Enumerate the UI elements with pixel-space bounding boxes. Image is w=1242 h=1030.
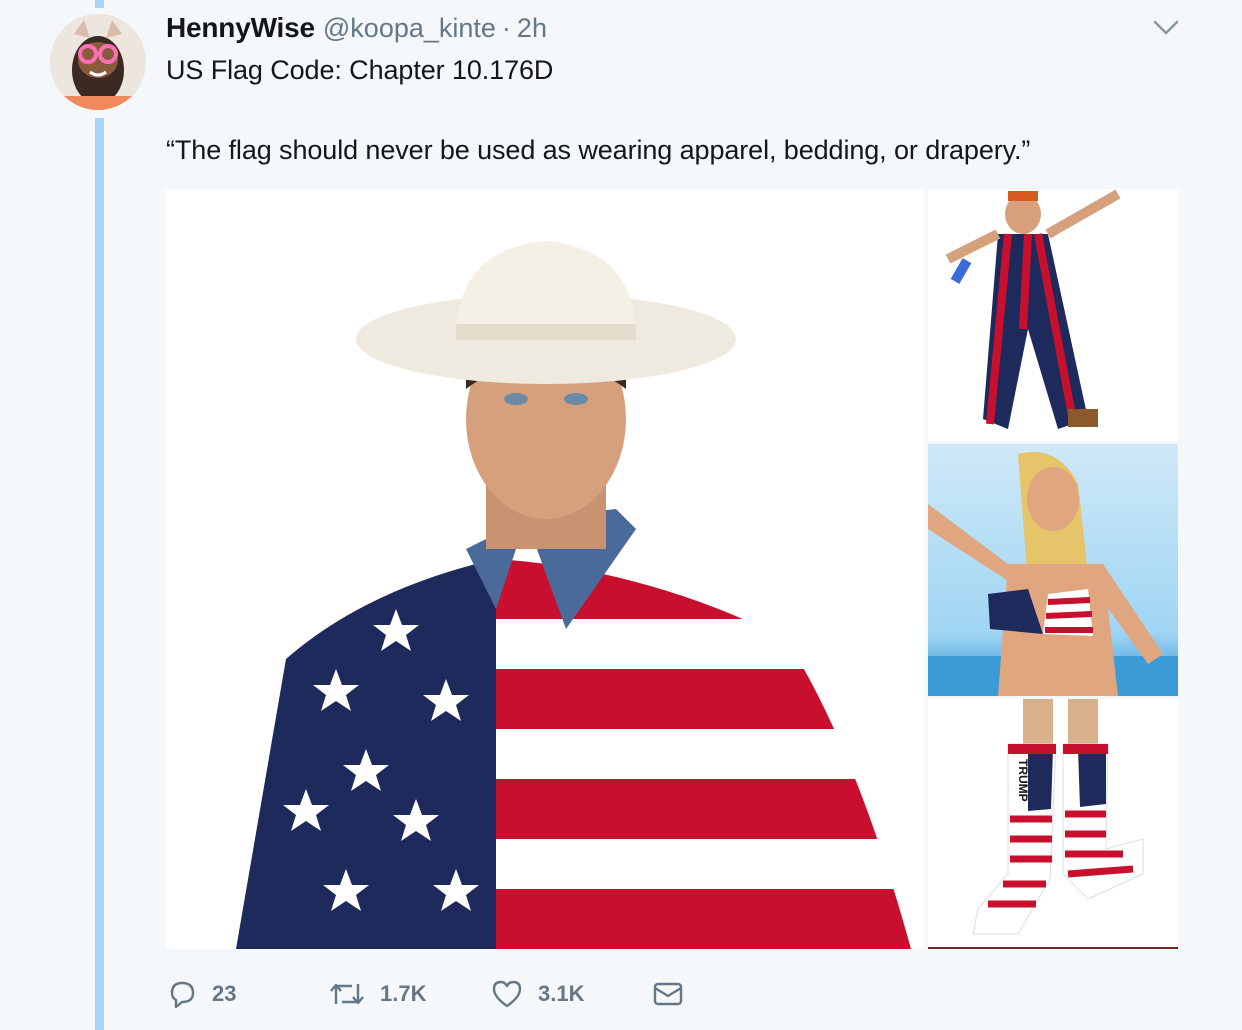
direct-message-button[interactable] — [652, 974, 692, 1014]
heart-icon — [490, 978, 524, 1010]
photo-flag-bikini[interactable] — [928, 444, 1178, 696]
tweet-header: HennyWise @koopa_kinte · 2h — [166, 12, 547, 46]
avatar[interactable] — [50, 14, 146, 110]
tweet-timestamp[interactable]: 2h — [517, 13, 547, 44]
envelope-icon — [652, 980, 684, 1008]
photo-cowboy-flag-shirt[interactable] — [166, 189, 924, 949]
thread-line — [95, 118, 104, 1030]
reply-count: 23 — [212, 981, 237, 1006]
user-handle[interactable]: @koopa_kinte — [323, 13, 496, 44]
retweet-icon — [328, 978, 366, 1010]
thread-line-top — [95, 0, 104, 8]
tweet-text-line-1: US Flag Code: Chapter 10.176D — [166, 55, 554, 85]
photo-flag-socks[interactable]: TRUMP — [928, 699, 1178, 949]
tweet-menu-chevron-down-icon[interactable] — [1150, 16, 1182, 40]
like-button[interactable]: 3.1K — [490, 974, 630, 1014]
like-count: 3.1K — [538, 981, 585, 1006]
sock-label-trump: TRUMP — [1016, 759, 1030, 802]
reply-button[interactable]: 23 — [166, 974, 286, 1014]
media-grid: TRUMP — [166, 189, 1178, 949]
retweet-count: 1.7K — [380, 981, 427, 1006]
header-separator: · — [501, 13, 511, 43]
reply-icon — [166, 978, 198, 1010]
photo-flag-overalls[interactable] — [928, 189, 1178, 441]
tweet-text-line-2: “The flag should never be used as wearin… — [166, 135, 1031, 165]
tweet-text: US Flag Code: Chapter 10.176D “The flag … — [166, 54, 1186, 167]
display-name[interactable]: HennyWise — [166, 12, 315, 44]
retweet-button[interactable]: 1.7K — [328, 974, 468, 1014]
